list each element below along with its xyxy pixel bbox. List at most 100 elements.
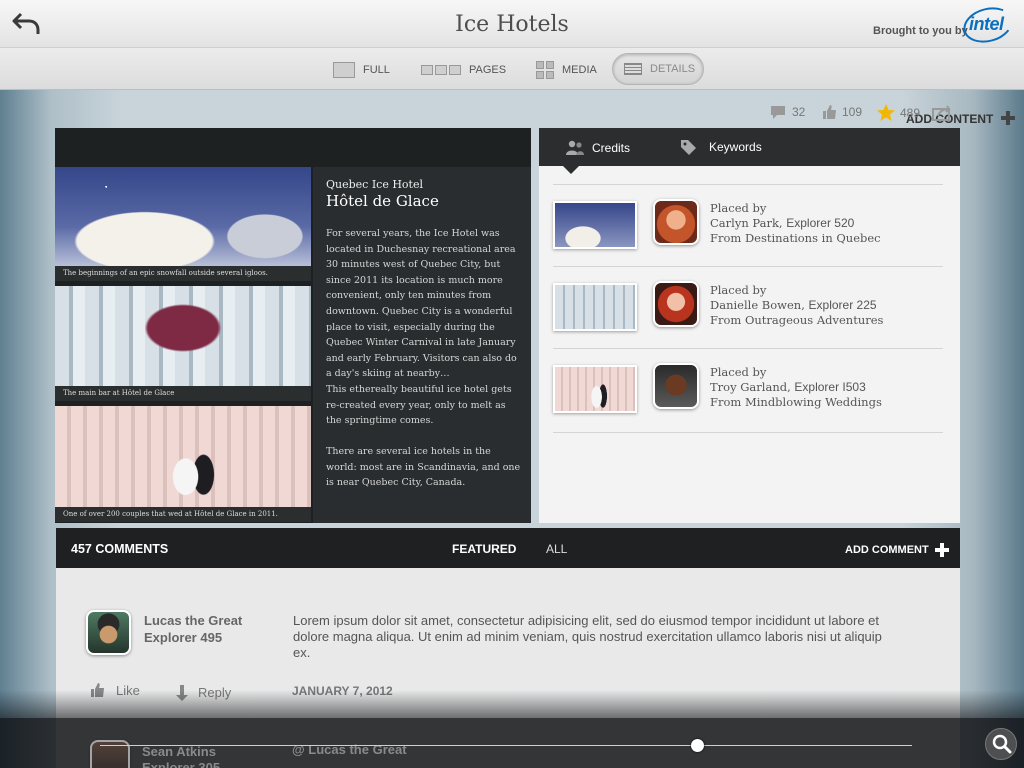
comment-text: Lorem ipsum dolor sit amet, consectetur … [293, 613, 882, 660]
tab-credits-label: Credits [592, 141, 631, 155]
article-paragraph: For several years, the Ice Hotel was loc… [326, 228, 517, 380]
article-paragraph: There are several ice hotels in the worl… [326, 446, 521, 489]
plus-icon [934, 543, 949, 557]
photo-caption: The main bar at Hôtel de Glace [55, 386, 311, 401]
plus-icon [1001, 111, 1016, 125]
star-count: 489 [900, 105, 921, 120]
sponsor-text: Brought to you by [873, 25, 968, 37]
credits-panel: Credits Keywords Placed by Carlyn Park, … [539, 128, 960, 523]
full-view-icon [333, 62, 355, 78]
credit-name: Troy Garland, [710, 380, 791, 394]
view-pages-label: PAGES [469, 64, 507, 76]
photo-igloos[interactable]: The beginnings of an epic snowfall outsi… [55, 167, 311, 281]
view-media-button[interactable]: MEDIA [536, 61, 597, 79]
credit-from: From Mindblowing Weddings [710, 395, 882, 409]
credit-thumbnail [553, 283, 637, 331]
credit-name: Carlyn Park, [710, 216, 783, 230]
photo-caption: One of over 200 couples that wed at Hôte… [55, 507, 311, 522]
credit-explorer: Explorer 520 [786, 216, 855, 230]
comment-author-explorer: Explorer 495 [144, 630, 223, 645]
credit-explorer: Explorer I503 [794, 380, 866, 394]
bottom-navigation-bar: Sean Atkins Explorer 305 @ Lucas the Gre… [0, 718, 1024, 768]
article-text: Quebec Ice Hotel Hôtel de Glace For seve… [313, 167, 531, 523]
credit-placed-by: Placed by [710, 283, 767, 297]
credit-thumbnail [553, 365, 637, 413]
view-full-label: FULL [363, 64, 390, 76]
divider [553, 432, 943, 433]
avatar [653, 199, 699, 245]
view-toolbar: FULL PAGES MEDIA ADD CONTENT [0, 48, 1024, 126]
credit-placed-by: Placed by [710, 365, 767, 379]
add-comment-button[interactable]: ADD COMMENT [845, 543, 949, 557]
tab-all[interactable]: ALL [546, 542, 567, 556]
bottom-fade [0, 690, 1024, 718]
view-pages-button[interactable]: PAGES [421, 61, 506, 79]
avatar [653, 281, 699, 327]
avatar [653, 363, 699, 409]
pages-view-icon [421, 65, 461, 75]
tag-icon [681, 140, 696, 155]
comments-bar: 457 COMMENTS FEATURED ALL ADD COMMENT [56, 528, 960, 568]
logo-wordmark: intel [969, 14, 1004, 34]
credit-text: Placed by Troy Garland, Explorer I503 Fr… [710, 365, 882, 410]
page-scrubber-track[interactable] [100, 745, 912, 746]
photo-caption: The beginnings of an epic snowfall outsi… [55, 266, 311, 281]
comments-count: 457 COMMENTS [71, 542, 169, 556]
star-icon [877, 104, 895, 121]
credit-text: Placed by Danielle Bowen, Explorer 225 F… [710, 283, 883, 328]
photo-ice-bar[interactable]: The main bar at Hôtel de Glace [55, 286, 311, 401]
avatar[interactable] [86, 610, 131, 655]
article-heading: Hôtel de Glace [326, 192, 439, 210]
credit-explorer: Explorer 225 [808, 298, 877, 312]
comment-author-name: Lucas the Great [144, 613, 243, 628]
page-title: Ice Hotels [455, 12, 569, 37]
wedding-image [55, 406, 311, 507]
like-count-stat[interactable]: 109 [822, 104, 862, 120]
article-subtitle: Quebec Ice Hotel [326, 178, 423, 191]
people-icon [566, 140, 584, 155]
credit-thumbnail [553, 201, 637, 249]
tab-credits[interactable]: Credits [566, 140, 630, 156]
igloo-image [55, 167, 311, 266]
view-details-label: DETAILS [650, 63, 696, 75]
next-comment-author: Sean Atkins [142, 744, 216, 759]
comment-count: 32 [792, 105, 806, 119]
top-header: Ice Hotels Brought to you by intel [0, 0, 1024, 48]
credit-item[interactable]: Placed by Troy Garland, Explorer I503 Fr… [553, 348, 943, 428]
add-comment-label: ADD COMMENT [845, 544, 929, 556]
details-view-icon [624, 63, 642, 75]
intel-logo[interactable]: intel [959, 2, 1017, 48]
thumbs-up-icon [823, 105, 836, 119]
photo-wedding[interactable]: One of over 200 couples that wed at Hôte… [55, 406, 311, 522]
comment-bubble-icon [771, 106, 785, 119]
article-paragraph: This ethereally beautiful ice hotel gets… [326, 384, 512, 427]
search-icon [992, 734, 1012, 754]
tab-keywords-label: Keywords [709, 140, 762, 154]
ice-bar-image [55, 286, 311, 386]
credit-from: From Outrageous Adventures [710, 313, 884, 327]
article-panel: The beginnings of an epic snowfall outsi… [55, 128, 531, 523]
comment-author[interactable]: Lucas the Great Explorer 495 [144, 612, 242, 646]
page-scrubber-handle[interactable] [691, 739, 704, 752]
search-button[interactable] [985, 728, 1017, 760]
credit-item[interactable]: Placed by Carlyn Park, Explorer 520 From… [553, 184, 943, 264]
credits-tabs: Credits Keywords [539, 128, 960, 166]
tab-featured[interactable]: FEATURED [452, 542, 516, 556]
tab-keywords[interactable]: Keywords [680, 139, 762, 155]
credit-item[interactable]: Placed by Danielle Bowen, Explorer 225 F… [553, 266, 943, 346]
next-comment-explorer: Explorer 305 [142, 760, 221, 768]
comment-count-stat[interactable]: 32 [770, 104, 805, 120]
share-button[interactable] [932, 104, 954, 121]
share-icon [932, 105, 951, 121]
view-media-label: MEDIA [562, 64, 597, 76]
credit-name: Danielle Bowen, [710, 298, 805, 312]
selected-tab-pointer [563, 166, 579, 174]
media-view-icon [536, 61, 554, 79]
credit-text: Placed by Carlyn Park, Explorer 520 From… [710, 201, 881, 246]
view-full-button[interactable]: FULL [333, 61, 390, 79]
star-count-stat[interactable]: 489 [877, 104, 920, 121]
credit-placed-by: Placed by [710, 201, 767, 215]
add-content-button[interactable]: ADD CONTENT [906, 111, 1016, 126]
credit-from: From Destinations in Quebec [710, 231, 881, 245]
view-details-button[interactable]: DETAILS [612, 53, 704, 85]
